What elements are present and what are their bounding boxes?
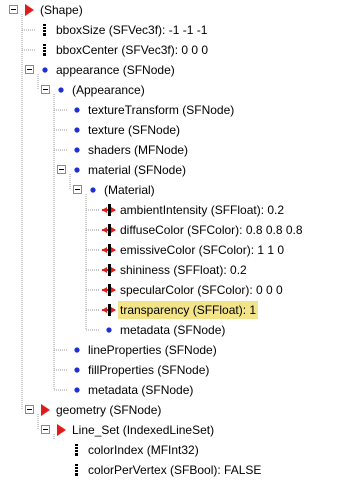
tree-node-row[interactable]: texture (SFNode): [0, 120, 360, 140]
expand-toggle-icon[interactable]: [25, 405, 34, 414]
tree-node-row[interactable]: lineProperties (SFNode): [0, 340, 360, 360]
tree-node-row[interactable]: metadata (SFNode): [0, 380, 360, 400]
blue-dot-icon: [102, 323, 116, 337]
expand-toggle-icon[interactable]: [41, 425, 50, 434]
tree-node-row[interactable]: specularColor (SFColor): 0 0 0: [0, 280, 360, 300]
tree-node-label[interactable]: (Appearance): [70, 81, 147, 99]
blue-dot-icon: [70, 143, 84, 157]
tree-node-label[interactable]: colorPerVertex (SFBool): FALSE: [86, 461, 263, 479]
tree-node-label[interactable]: emissiveColor (SFColor): 1 1 0: [118, 241, 286, 259]
tree-node-label[interactable]: (Material): [102, 181, 157, 199]
tree-node-row[interactable]: (Material): [0, 180, 360, 200]
tree-node-label[interactable]: diffuseColor (SFColor): 0.8 0.8 0.8: [118, 221, 305, 239]
tree-node-row[interactable]: material (SFNode): [0, 160, 360, 180]
tree-node-label[interactable]: appearance (SFNode): [54, 61, 177, 79]
exposed-field-icon: [102, 303, 116, 317]
tree-node-label[interactable]: bboxCenter (SFVec3f): 0 0 0: [54, 41, 210, 59]
tree-node-label[interactable]: material (SFNode): [86, 161, 188, 179]
tree-node-label[interactable]: colorIndex (MFInt32): [86, 441, 201, 459]
tree-node-row[interactable]: colorPerVertex (SFBool): FALSE: [0, 460, 360, 480]
blue-dot-icon: [38, 63, 52, 77]
tree-node-label[interactable]: lineProperties (SFNode): [86, 341, 219, 359]
tree-node-label[interactable]: specularColor (SFColor): 0 0 0: [118, 281, 285, 299]
tree-node-label[interactable]: shaders (MFNode): [86, 141, 190, 159]
exposed-field-icon: [102, 283, 116, 297]
expand-toggle-icon[interactable]: [57, 165, 66, 174]
exposed-field-icon: [102, 263, 116, 277]
expand-toggle-icon[interactable]: [9, 5, 18, 14]
field-bar-icon: [38, 43, 52, 57]
tree-node-row[interactable]: geometry (SFNode): [0, 400, 360, 420]
tree-node-row[interactable]: shininess (SFFloat): 0.2: [0, 260, 360, 280]
tree-node-row[interactable]: (Appearance): [0, 80, 360, 100]
expand-toggle-icon[interactable]: [25, 65, 34, 74]
tree-node-row[interactable]: shaders (MFNode): [0, 140, 360, 160]
tree-node-label[interactable]: Line_Set (IndexedLineSet): [70, 421, 216, 439]
exposed-field-icon: [102, 243, 116, 257]
tree-node-row[interactable]: textureTransform (SFNode): [0, 100, 360, 120]
tree-node-row[interactable]: diffuseColor (SFColor): 0.8 0.8 0.8: [0, 220, 360, 240]
tree-node-row[interactable]: bboxCenter (SFVec3f): 0 0 0: [0, 40, 360, 60]
tree-node-label[interactable]: geometry (SFNode): [54, 401, 163, 419]
tree-node-row[interactable]: appearance (SFNode): [0, 60, 360, 80]
tree-node-label[interactable]: ambientIntensity (SFFloat): 0.2: [118, 201, 286, 219]
scene-tree: (Shape) bboxSize (SFVec3f): -1 -1 -1 bboxC…: [0, 0, 360, 477]
exposed-field-icon: [102, 203, 116, 217]
tree-node-row[interactable]: (Shape): [0, 0, 360, 20]
blue-dot-icon: [70, 363, 84, 377]
tree-node-row[interactable]: transparency (SFFloat): 1: [0, 300, 360, 320]
tree-node-label[interactable]: texture (SFNode): [86, 121, 182, 139]
tree-node-row[interactable]: ambientIntensity (SFFloat): 0.2: [0, 200, 360, 220]
tree-node-label[interactable]: fillProperties (SFNode): [86, 361, 211, 379]
blue-dot-icon: [54, 83, 68, 97]
tree-node-label[interactable]: metadata (SFNode): [86, 381, 195, 399]
tree-node-label[interactable]: shininess (SFFloat): 0.2: [118, 261, 249, 279]
tree-node-label[interactable]: (Shape): [38, 1, 85, 19]
red-triangle-icon: [22, 3, 36, 17]
tree-node-row[interactable]: colorIndex (MFInt32): [0, 440, 360, 460]
tree-node-row[interactable]: emissiveColor (SFColor): 1 1 0: [0, 240, 360, 260]
field-bar-icon: [70, 463, 84, 477]
red-triangle-icon: [54, 423, 68, 437]
tree-node-label[interactable]: textureTransform (SFNode): [86, 101, 236, 119]
blue-dot-icon: [70, 383, 84, 397]
field-bar-icon: [70, 443, 84, 457]
expand-toggle-icon[interactable]: [73, 185, 82, 194]
red-triangle-icon: [38, 403, 52, 417]
field-bar-icon: [38, 23, 52, 37]
exposed-field-icon: [102, 223, 116, 237]
blue-dot-icon: [70, 123, 84, 137]
blue-dot-icon: [70, 163, 84, 177]
tree-node-row[interactable]: fillProperties (SFNode): [0, 360, 360, 380]
expand-toggle-icon[interactable]: [41, 85, 50, 94]
tree-node-row[interactable]: bboxSize (SFVec3f): -1 -1 -1: [0, 20, 360, 40]
tree-node-label[interactable]: metadata (SFNode): [118, 321, 227, 339]
blue-dot-icon: [70, 103, 84, 117]
tree-node-row[interactable]: metadata (SFNode): [0, 320, 360, 340]
tree-node-label[interactable]: bboxSize (SFVec3f): -1 -1 -1: [54, 21, 209, 39]
blue-dot-icon: [70, 343, 84, 357]
blue-dot-icon: [86, 183, 100, 197]
tree-node-label[interactable]: transparency (SFFloat): 1: [118, 301, 259, 319]
tree-node-row[interactable]: Line_Set (IndexedLineSet): [0, 420, 360, 440]
